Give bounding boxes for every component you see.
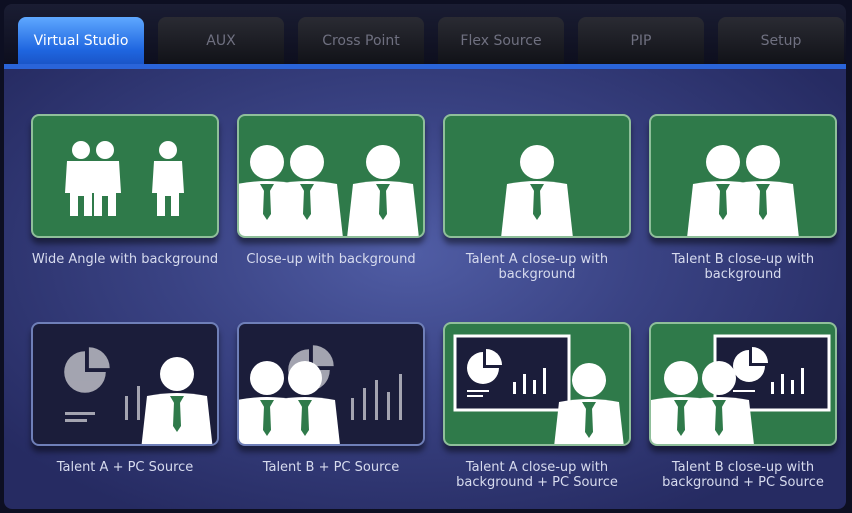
talent-a-bg-pc-icon [453,334,625,444]
tab-pip[interactable]: PIP [578,17,704,64]
wide-angle-icon [65,141,184,216]
talent-a-pc-icon [64,347,213,444]
tab-virtual-studio[interactable]: Virtual Studio [18,17,144,64]
talent-b-icon [687,145,799,236]
preset-panel: Wide Angle with background Close-up with… [4,69,846,509]
preset-talent-a-button[interactable] [443,114,631,238]
preset-label: Talent A close-up with background + PC S… [456,460,618,490]
preset-talent-b-button[interactable] [649,114,837,238]
preset-talent-a-bg-pc-button[interactable] [443,322,631,446]
talent-b-pc-icon [239,345,402,444]
close-up-icon [239,145,419,236]
preset-label: Talent A + PC Source [56,460,194,475]
tab-flex-source[interactable]: Flex Source [438,17,564,64]
tab-cross-point[interactable]: Cross Point [298,17,424,64]
preset-talent-b-pc-button[interactable] [237,322,425,446]
preset-close-up-button[interactable] [237,114,425,238]
tab-aux[interactable]: AUX [158,17,284,64]
preset-talent-a-pc-button[interactable] [31,322,219,446]
preset-label: Talent B close-up with background + PC S… [662,460,824,490]
preset-label: Talent A close-up with background [465,252,609,282]
tab-setup[interactable]: Setup [718,17,844,64]
preset-label: Talent B + PC Source [262,460,400,475]
preset-label: Talent B close-up with background [671,252,815,282]
app-window: Virtual Studio AUX Cross Point Flex Sour… [4,4,846,509]
talent-b-bg-pc-icon [651,334,831,444]
preset-talent-b-bg-pc-button[interactable] [649,322,837,446]
tab-bar: Virtual Studio AUX Cross Point Flex Sour… [4,4,846,69]
preset-label: Close-up with background [246,252,416,267]
talent-a-icon [501,145,573,236]
preset-label: Wide Angle with background [31,252,219,267]
preset-wide-angle-button[interactable] [31,114,219,238]
